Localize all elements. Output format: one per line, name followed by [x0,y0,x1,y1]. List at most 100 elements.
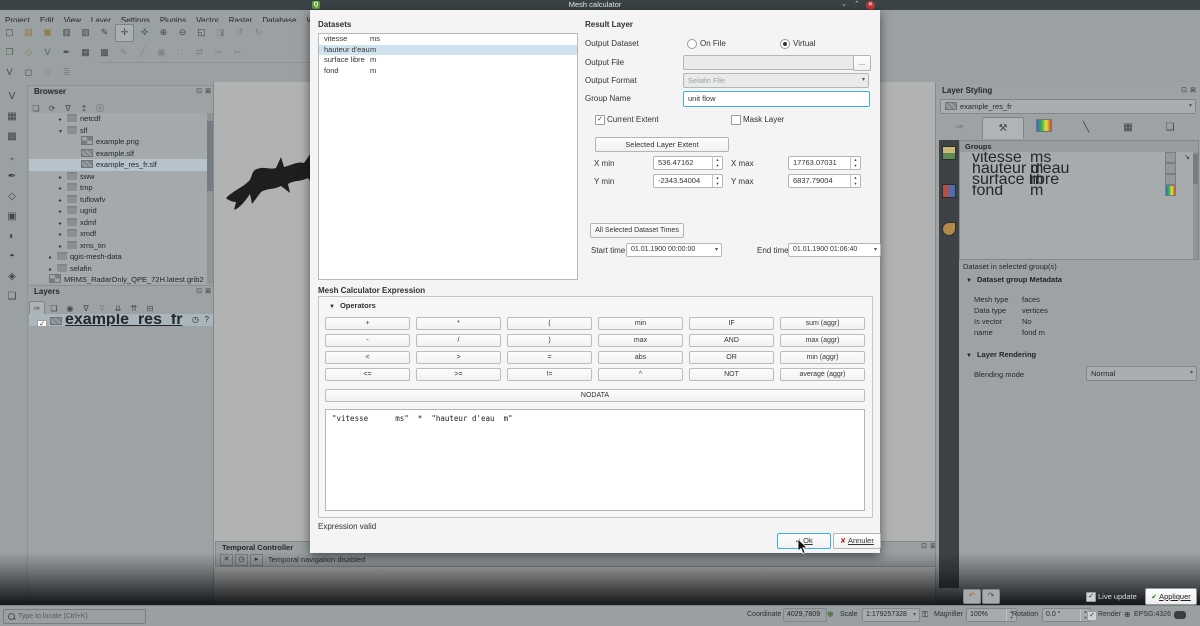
zoom-last-icon[interactable]: ↺ [231,24,248,40]
op-abs-button[interactable]: abs [598,351,683,364]
menu-vector[interactable]: Vector [191,15,224,22]
mesh-3d-cube-icon[interactable] [942,146,956,160]
op-and-button[interactable]: AND [689,334,774,347]
pan-tool-icon[interactable]: ✛ [115,24,134,42]
op-or-button[interactable]: OR [689,351,774,364]
selected-layer-extent-button[interactable]: Selected Layer Extent [595,137,729,152]
attributes-icon[interactable]: ≣ [58,64,75,80]
vertex-tool-icon[interactable]: ∷ [172,44,189,60]
dataset-groups-icon[interactable] [942,184,956,198]
spin-arrows-icon[interactable] [850,175,860,187]
vector-select-icon[interactable]: V [1,64,18,80]
group-1d-icon[interactable] [1165,152,1176,163]
xmax-spinbox[interactable]: 17763.07031 [788,156,861,170]
data-source-manager-icon[interactable]: ❒ [1,44,18,60]
browser-item-qgis-mesh-data[interactable]: ▸qgis-mesh-data [29,251,213,263]
add-wcs-layer-icon[interactable]: ◓ [0,247,24,266]
browser-item-tmp[interactable]: ▸tmp [29,182,213,194]
menu-raster[interactable]: Raster [224,15,258,22]
rotation-spinbox[interactable]: 0.0 ° [1042,608,1091,622]
op-average-aggr-button[interactable]: average (aggr) [780,368,865,381]
ymin-spinbox[interactable]: -2343.54004 [653,174,723,188]
browser-item-mrms-grib2[interactable]: MRMS_RadarOnly_QPE_72H.latest.grib2 [29,274,213,284]
browser-item-selafin[interactable]: ▸selafin [29,263,213,275]
op-mult-button[interactable]: * [416,317,501,330]
browser-item-example-res-fr-slf[interactable]: example_res_fr.slf [29,159,213,171]
float-panel-icon[interactable]: ⊡ [196,286,202,298]
datasets-list[interactable]: vitessems hauteur d'eaum surface librem … [318,33,578,280]
digitize-icon[interactable]: ╱ [134,44,151,60]
current-extent-label[interactable]: Current Extent [607,115,659,124]
browser-item-example-png[interactable]: example.png [29,136,213,148]
close-icon[interactable]: ✕ [866,1,875,10]
add-postgis-layer-icon[interactable]: ◇ [0,187,24,206]
locator-input[interactable]: Type to locate (Ctrl+K) [3,609,146,624]
browser-item-example-slf[interactable]: example.slf [29,148,213,160]
tab-contours[interactable] [1024,117,1064,138]
menu-database[interactable]: Database [257,15,301,22]
on-file-radio-label[interactable]: On File [700,39,726,48]
delete-selected-icon[interactable]: ✂ [210,44,227,60]
layer-visibility-checkbox[interactable] [37,320,47,326]
output-format-select[interactable]: Selafin File [683,73,869,88]
tab-overlays[interactable]: ❏ [1150,117,1190,138]
group-row-surface[interactable]: surface librem [960,174,1198,185]
messages-icon[interactable] [1174,611,1186,619]
add-postgis-icon[interactable]: ◇ [20,44,37,60]
add-arcgis-layer-icon[interactable]: ❏ [0,287,24,306]
ymax-spinbox[interactable]: 6837.79004 [788,174,861,188]
minimize-icon[interactable]: ⌄ [841,0,847,10]
all-selected-dataset-times-button[interactable]: All Selected Dataset Times [590,223,684,238]
layout-manager-icon[interactable]: ▧ [77,24,94,40]
add-delimited-text-icon[interactable]: „ [0,147,24,166]
blending-mode-select[interactable]: Normal [1086,366,1197,381]
add-vector-layer-icon[interactable]: V [0,87,24,106]
expression-editor[interactable]: "vitesse ms" * "hauteur d'eau m" [325,409,865,511]
float-panel-icon[interactable]: ⊡ [196,86,202,98]
temporal-animated-icon[interactable]: ▸ [250,554,263,566]
styling-layer-select[interactable]: example_res_fr [940,99,1196,114]
op-min-aggr-button[interactable]: min (aggr) [780,351,865,364]
save-project-icon[interactable]: ▣ [39,24,56,40]
layer-item-example-res-fr[interactable]: example_res_fr ◷ ? [29,314,213,326]
mask-layer-checkbox[interactable] [731,115,741,125]
op-plus-button[interactable]: + [325,317,410,330]
on-file-radio[interactable] [687,39,697,49]
float-panel-icon[interactable]: ⊡ [1181,85,1187,97]
live-update-checkbox[interactable] [1086,592,1096,602]
menu-settings[interactable]: Settings [116,15,155,22]
menu-edit[interactable]: Edit [35,15,59,22]
close-panel-icon[interactable]: ⊠ [1190,85,1196,97]
zoom-native-icon[interactable]: ◨ [212,24,229,40]
group-name-input[interactable]: unit flow [683,91,870,107]
tab-vectors[interactable]: ╲ [1066,117,1106,138]
close-panel-icon[interactable]: ⊠ [205,86,211,98]
new-project-icon[interactable]: ▢ [1,24,18,40]
browser-item-ugrid[interactable]: ▸ugrid [29,205,213,217]
group-row-fond[interactable]: fondm [960,185,1198,196]
pan-to-selection-icon[interactable]: ✜ [136,24,153,40]
op-min-button[interactable]: min [598,317,683,330]
browser-item-slf[interactable]: ▾slf [29,125,213,137]
op-max-aggr-button[interactable]: max (aggr) [780,334,865,347]
op-gt-button[interactable]: > [416,351,501,364]
spin-arrows-icon[interactable] [712,175,722,187]
layer-notes-icon[interactable]: ? [205,314,209,326]
dataset-row-hauteur[interactable]: hauteur d'eaum [319,45,577,56]
current-extent-checkbox[interactable] [595,115,605,125]
open-project-icon[interactable]: ▤ [20,24,37,40]
op-div-button[interactable]: / [416,334,501,347]
layer-rendering-header[interactable]: Layer Rendering [966,350,1036,359]
op-minus-button[interactable]: - [325,334,410,347]
end-time-combo[interactable]: 01.01.1900 01:06:40 [788,243,881,257]
xmin-spinbox[interactable]: 536.47162 [653,156,723,170]
output-file-input[interactable] [683,55,855,70]
browser-item-tuflowfv[interactable]: ▸tuflowfv [29,194,213,206]
add-wms-layer-icon[interactable]: ◐ [0,227,24,246]
select-circle-icon[interactable]: ⊙ [39,64,56,80]
op-max-button[interactable]: max [598,334,683,347]
menu-plugins[interactable]: Plugins [155,15,191,22]
browser-item-xms-tin[interactable]: ▸xms_tin [29,240,213,252]
coordinate-capture-icon[interactable]: ✾ [827,610,834,619]
add-mesh-layer-icon[interactable]: ▩ [0,127,24,146]
